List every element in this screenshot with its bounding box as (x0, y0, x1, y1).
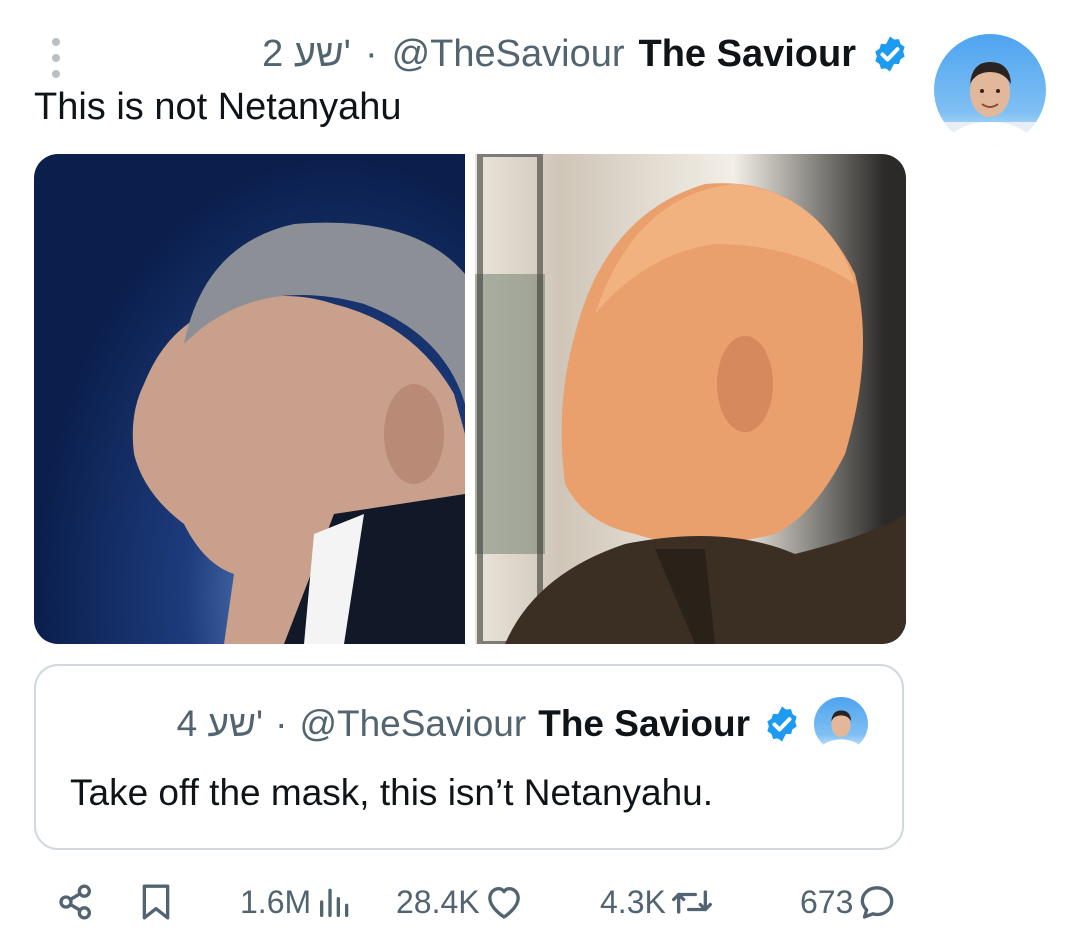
verified-badge-icon (875, 36, 905, 72)
views-button[interactable]: 1.6M (240, 874, 355, 930)
quoted-author-avatar (814, 697, 868, 751)
photo-profile-right[interactable] (475, 154, 906, 644)
photo-profile-left[interactable] (34, 154, 465, 644)
share-icon (59, 884, 92, 920)
likes-count: 28.4K (396, 883, 480, 920)
author-name[interactable]: The Saviour (639, 33, 857, 76)
reply-button[interactable]: 673 (800, 874, 897, 930)
quoted-tweet-header: 4 שע' · @TheSaviour The Saviour (177, 696, 868, 752)
views-count: 1.6M (240, 883, 312, 920)
bookmark-icon (142, 884, 170, 920)
tweet-header: 2 שע' · @TheSaviour The Saviour (262, 30, 910, 78)
dot (52, 70, 60, 78)
more-options-icon[interactable] (46, 38, 66, 78)
quoted-header-separator: · (275, 703, 288, 744)
bookmark-button[interactable] (136, 874, 176, 930)
tweet-text: This is not Netanyahu (34, 86, 402, 128)
heart-icon (487, 887, 520, 919)
quoted-author-handle: @TheSaviour (299, 703, 527, 744)
retweets-count: 4.3K (600, 883, 666, 920)
quoted-tweet-text: Take off the mask, this isn’t Netanyahu. (70, 772, 714, 813)
header-separator: · (364, 32, 378, 75)
retweet-icon (671, 890, 712, 914)
dot (52, 54, 60, 62)
analytics-icon (320, 888, 349, 917)
author-handle[interactable]: @TheSaviour (392, 33, 625, 76)
retweet-button[interactable]: 4.3K (600, 874, 714, 930)
tweet-time[interactable]: 2 שע' (262, 33, 351, 76)
verified-badge-icon (767, 706, 797, 742)
quoted-author-name: The Saviour (538, 703, 750, 744)
tweet-media[interactable] (34, 154, 906, 644)
like-button[interactable]: 28.4K (396, 874, 524, 930)
tweet-actions-bar: 1.6M 28.4K 4.3K 673 (50, 874, 910, 930)
reply-icon (861, 886, 894, 919)
dot (52, 38, 60, 46)
share-button[interactable] (56, 874, 96, 930)
quoted-tweet[interactable]: 4 שע' · @TheSaviour The Saviour Take off… (34, 664, 904, 850)
replies-count: 673 (800, 883, 854, 920)
quoted-tweet-time: 4 שע' (176, 703, 264, 744)
author-avatar[interactable] (934, 34, 1046, 146)
